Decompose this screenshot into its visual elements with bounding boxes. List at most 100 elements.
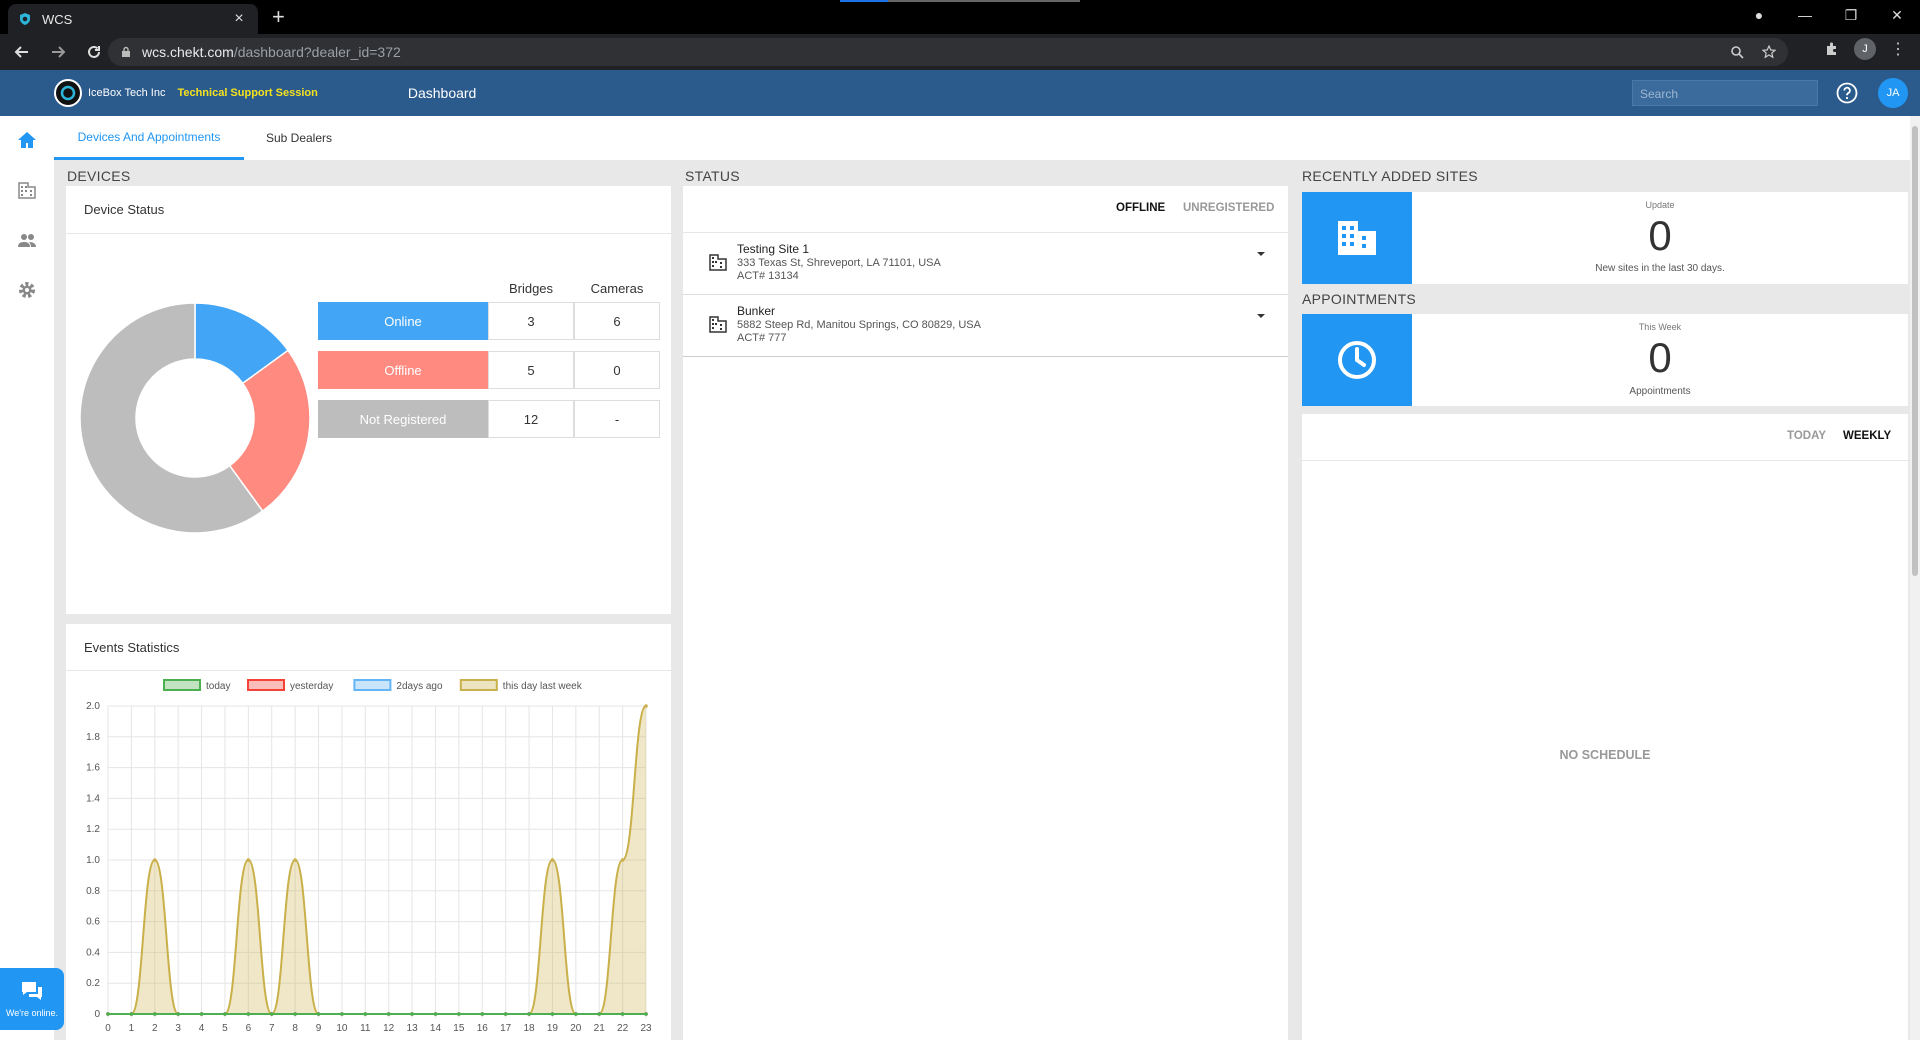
menu-kebab-icon[interactable]: ⋮ bbox=[1890, 39, 1906, 59]
data-point[interactable] bbox=[550, 858, 555, 862]
close-window-button[interactable]: ✕ bbox=[1874, 7, 1920, 24]
profile-avatar[interactable]: J bbox=[1854, 38, 1876, 60]
data-point[interactable] bbox=[620, 858, 625, 862]
tab-offline[interactable]: OFFLINE bbox=[1116, 202, 1165, 214]
building-icon[interactable] bbox=[17, 180, 37, 200]
building-icon bbox=[709, 316, 727, 333]
restore-button[interactable]: ❐ bbox=[1828, 7, 1874, 24]
tab-sub-dealers[interactable]: Sub Dealers bbox=[244, 116, 354, 160]
back-button[interactable] bbox=[8, 38, 36, 66]
new-tab-button[interactable]: + bbox=[272, 4, 285, 30]
window-controls: ● — ❐ ✕ bbox=[1736, 0, 1920, 30]
legend-swatch[interactable] bbox=[163, 679, 201, 691]
data-point[interactable] bbox=[106, 1012, 110, 1016]
company-logo[interactable] bbox=[54, 79, 82, 107]
chat-widget[interactable]: We're online. bbox=[0, 968, 64, 1030]
recent-sites-sub: New sites in the last 30 days. bbox=[1595, 263, 1725, 274]
device-status-card: Device Status Bridges Cameras Online 3 6… bbox=[66, 186, 671, 614]
y-tick-label: 0.8 bbox=[86, 886, 100, 897]
data-point[interactable] bbox=[644, 704, 648, 708]
zoom-icon[interactable] bbox=[1730, 45, 1744, 59]
page-title: Dashboard bbox=[407, 85, 477, 101]
reload-icon bbox=[88, 45, 100, 58]
data-point[interactable] bbox=[340, 1012, 344, 1016]
data-point[interactable] bbox=[246, 1012, 251, 1016]
page-scrollbar[interactable] bbox=[1910, 116, 1920, 1040]
data-point[interactable] bbox=[620, 1012, 625, 1016]
close-tab-icon[interactable]: × bbox=[230, 10, 248, 28]
help-icon[interactable] bbox=[1836, 82, 1858, 104]
session-label: Technical Support Session bbox=[177, 87, 318, 99]
data-point[interactable] bbox=[223, 1012, 227, 1016]
tab-unregistered[interactable]: UNREGISTERED bbox=[1183, 202, 1274, 214]
x-tick-label: 15 bbox=[453, 1023, 465, 1034]
online-label[interactable]: Online bbox=[318, 302, 488, 340]
online-bridges: 3 bbox=[488, 302, 574, 340]
offline-cameras: 0 bbox=[574, 351, 660, 389]
app-header: IceBox Tech Inc Technical Support Sessio… bbox=[0, 70, 1920, 116]
tab-devices-appointments[interactable]: Devices And Appointments bbox=[54, 116, 244, 160]
data-point[interactable] bbox=[129, 1012, 134, 1016]
y-tick-label: 2.0 bbox=[86, 701, 100, 712]
puzzle-icon[interactable] bbox=[1824, 41, 1840, 57]
url-bar[interactable]: wcs.chekt.com/dashboard?dealer_id=372 bbox=[108, 38, 1788, 66]
data-point[interactable] bbox=[316, 1012, 321, 1016]
data-point[interactable] bbox=[457, 1012, 461, 1016]
list-item[interactable]: Bunker 5882 Steep Rd, Manitou Springs, C… bbox=[683, 295, 1288, 357]
data-point[interactable] bbox=[246, 858, 251, 862]
offline-label[interactable]: Offline bbox=[318, 351, 488, 389]
scrollbar-thumb[interactable] bbox=[1912, 126, 1918, 576]
data-point[interactable] bbox=[597, 1012, 602, 1016]
gear-icon[interactable] bbox=[17, 280, 37, 300]
legend-swatch[interactable] bbox=[459, 679, 498, 691]
browser-tabbar: WCS × + bbox=[0, 0, 1920, 34]
search-input[interactable]: Search bbox=[1632, 80, 1818, 106]
clock-icon bbox=[1338, 341, 1376, 379]
chevron-down-icon[interactable] bbox=[1256, 311, 1266, 321]
tab-weekly[interactable]: WEEKLY bbox=[1843, 430, 1891, 442]
data-point[interactable] bbox=[386, 1012, 391, 1016]
data-point[interactable] bbox=[410, 1012, 414, 1016]
people-icon[interactable] bbox=[17, 230, 37, 250]
legend-swatch[interactable] bbox=[247, 679, 285, 691]
legend-swatch[interactable] bbox=[353, 679, 392, 691]
legend-label[interactable]: yesterday bbox=[290, 681, 333, 692]
x-tick-label: 1 bbox=[129, 1023, 135, 1034]
data-point[interactable] bbox=[363, 1012, 368, 1016]
forward-button[interactable] bbox=[44, 38, 72, 66]
data-point[interactable] bbox=[152, 1012, 157, 1016]
list-item[interactable]: Testing Site 1 333 Texas St, Shreveport,… bbox=[683, 233, 1288, 295]
no-schedule-text: NO SCHEDULE bbox=[1559, 748, 1651, 762]
data-point[interactable] bbox=[269, 1012, 274, 1016]
browser-tab[interactable]: WCS × bbox=[8, 4, 258, 34]
building-icon bbox=[709, 254, 727, 271]
minimize-button[interactable]: — bbox=[1782, 7, 1828, 23]
data-point[interactable] bbox=[527, 1012, 531, 1016]
data-point[interactable] bbox=[293, 858, 297, 862]
data-point[interactable] bbox=[480, 1012, 485, 1016]
user-avatar[interactable]: JA bbox=[1878, 78, 1908, 108]
online-cameras: 6 bbox=[574, 302, 660, 340]
legend-label[interactable]: this day last week bbox=[503, 681, 583, 692]
data-point[interactable] bbox=[293, 1012, 297, 1016]
x-tick-label: 16 bbox=[477, 1023, 489, 1034]
legend-label[interactable]: today bbox=[206, 681, 230, 692]
home-icon[interactable] bbox=[17, 130, 37, 150]
data-point[interactable] bbox=[574, 1012, 578, 1016]
reload-button[interactable] bbox=[80, 38, 108, 66]
legend-label[interactable]: 2days ago bbox=[396, 681, 443, 692]
data-point[interactable] bbox=[550, 1012, 555, 1016]
not-registered-label[interactable]: Not Registered bbox=[318, 400, 488, 438]
data-point[interactable] bbox=[644, 1012, 648, 1016]
data-point[interactable] bbox=[503, 1012, 508, 1016]
media-icon[interactable]: ● bbox=[1736, 7, 1782, 23]
star-icon[interactable] bbox=[1762, 45, 1776, 59]
tab-today[interactable]: TODAY bbox=[1787, 430, 1826, 442]
y-tick-label: 1.2 bbox=[86, 824, 100, 835]
chevron-down-icon[interactable] bbox=[1256, 249, 1266, 259]
data-point[interactable] bbox=[199, 1012, 204, 1016]
data-point[interactable] bbox=[152, 858, 157, 862]
status-section-title: STATUS bbox=[685, 168, 740, 184]
data-point[interactable] bbox=[433, 1012, 438, 1016]
data-point[interactable] bbox=[176, 1012, 180, 1016]
